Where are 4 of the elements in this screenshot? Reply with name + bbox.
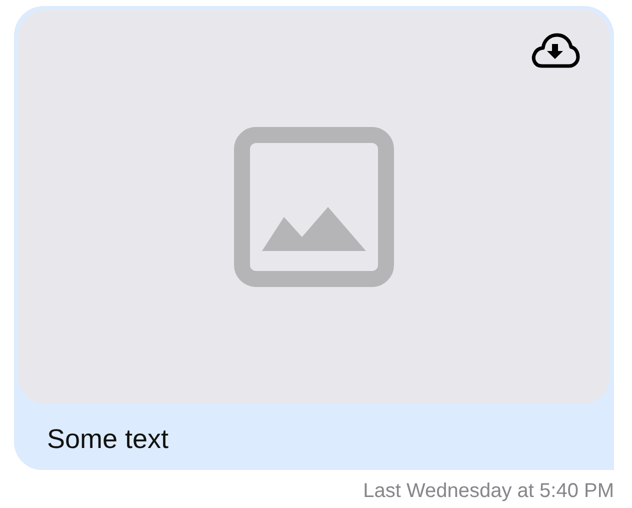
timestamp: Last Wednesday at 5:40 PM <box>363 480 614 503</box>
image-placeholder-icon <box>234 127 394 287</box>
download-icon[interactable] <box>530 32 580 70</box>
message-text: Some text <box>46 423 170 455</box>
